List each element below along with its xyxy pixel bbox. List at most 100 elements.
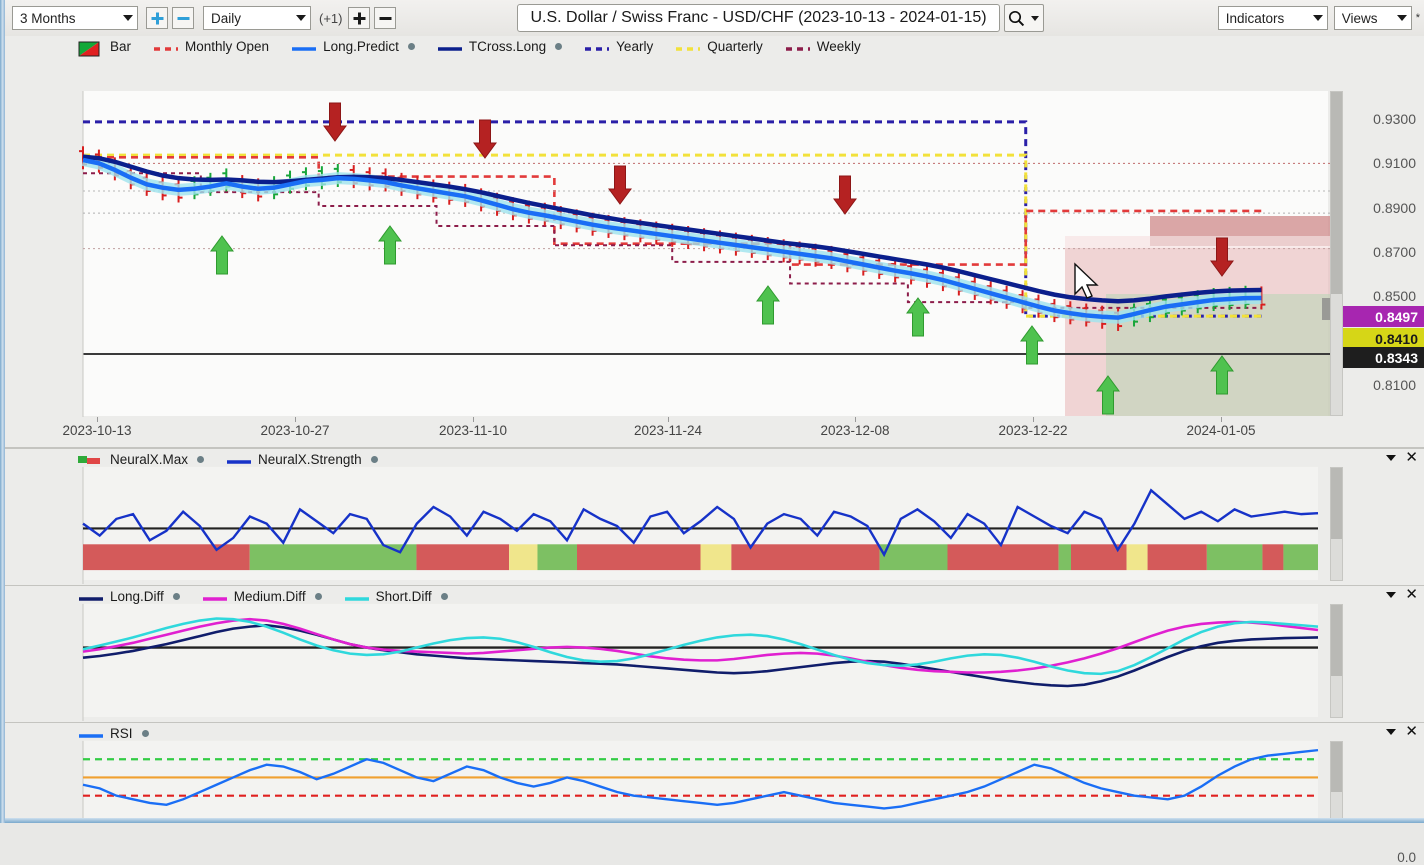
symbol-title: U.S. Dollar / Swiss Franc - USD/CHF (202… (530, 9, 987, 26)
legend-label: Bar (110, 39, 132, 54)
legend-item-neuralx-0[interactable]: NeuralX.Max (78, 452, 205, 467)
main-toolbar: 3 Months Daily (+1) U.S. Dollar / Swiss … (0, 0, 1424, 37)
legend-label: Weekly (816, 39, 861, 54)
scrollbar-thumb[interactable] (1331, 468, 1342, 539)
price-y-tick: 0.8500 (1373, 288, 1416, 305)
diff-panel: Long.DiffMedium.DiffShort.Diff ✕ 0.0000 (0, 585, 1424, 721)
neuralx-max-band-8 (879, 544, 948, 571)
legend-swatch (78, 454, 104, 465)
search-button[interactable] (1003, 4, 1044, 32)
legend-label: Monthly Open (185, 39, 270, 54)
neuralx-max-band-14 (1206, 544, 1263, 571)
legend-item-diff-1[interactable]: Medium.Diff (202, 589, 322, 604)
legend-item-diff-0[interactable]: Long.Diff (78, 589, 180, 604)
price-chart-plot[interactable] (0, 36, 1424, 417)
neuralx-legend: NeuralX.Max NeuralX.Strength (78, 452, 378, 467)
vertical-scrollbar[interactable] (1330, 467, 1343, 581)
price-tag-1: 0.8410 (1340, 328, 1424, 349)
diff-panel-controls: ✕ (1386, 587, 1418, 602)
settings-dot-icon[interactable] (440, 593, 448, 600)
date-tick-mark (295, 417, 296, 422)
legend-item-diff-2[interactable]: Short.Diff (344, 589, 448, 604)
legend-item-price-3[interactable]: TCross.Long (437, 39, 563, 54)
legend-item-price-5[interactable]: Quarterly (675, 39, 763, 54)
scrollbar-thumb[interactable] (1331, 605, 1342, 676)
date-axis: 2023-10-13 2023-10-27 2023-11-10 2023-11-24… (0, 417, 1424, 448)
legend-item-rsi-0[interactable]: RSI (78, 726, 149, 741)
date-tick-mark (668, 417, 669, 422)
scrollbar-thumb[interactable] (1331, 742, 1342, 792)
legend-item-neuralx-1[interactable]: NeuralX.Strength (226, 452, 378, 467)
range-select[interactable]: 3 Months (12, 6, 138, 30)
legend-label: Long.Diff (110, 589, 164, 604)
price-chart-panel: Bar Monthly Open Long.Predict TCross.Long Ye… (0, 36, 1424, 417)
settings-dot-icon[interactable] (141, 730, 149, 737)
chevron-down-icon[interactable] (1386, 454, 1397, 461)
legend-item-price-1[interactable]: Monthly Open (153, 39, 269, 54)
offset-decrease-button[interactable] (374, 7, 397, 29)
neuralx-max-band-3 (509, 544, 538, 571)
scrollbar-thumb[interactable] (1331, 92, 1342, 294)
views-button[interactable]: Views (1333, 6, 1412, 30)
diff-plot[interactable] (0, 586, 1424, 721)
date-tick-mark (97, 417, 98, 422)
date-tick: 2023-12-08 (820, 423, 890, 438)
vertical-scrollbar[interactable] (1330, 91, 1343, 416)
chart-stage: Bar Monthly Open Long.Predict TCross.Long Ye… (0, 36, 1424, 865)
legend-item-price-2[interactable]: Long.Predict (291, 39, 415, 54)
neuralx-max-band-5 (577, 544, 701, 571)
line-swatch-icon (437, 47, 462, 51)
neuralx-panel-controls: ✕ (1386, 450, 1418, 465)
settings-dot-icon[interactable] (370, 456, 378, 463)
date-tick: 2023-10-13 (62, 423, 132, 438)
toolbar-right-group: Indicators Views * (1217, 6, 1424, 30)
line-swatch-icon (202, 597, 227, 601)
range-zoom-in-button[interactable] (146, 7, 168, 29)
rsi-plot[interactable] (0, 723, 1424, 823)
neuralx-max-band-2 (416, 544, 510, 571)
neuralx-max-band-15 (1262, 544, 1284, 571)
chevron-down-icon[interactable] (1386, 728, 1397, 735)
settings-dot-icon[interactable] (172, 593, 180, 600)
close-icon[interactable]: ✕ (1405, 724, 1418, 739)
window-left-border (0, 0, 5, 823)
date-tick-mark (855, 417, 856, 422)
settings-dot-icon[interactable] (314, 593, 322, 600)
settings-dot-icon[interactable] (555, 43, 563, 50)
bar-swatch-icon (78, 41, 100, 57)
vertical-scrollbar[interactable] (1330, 741, 1343, 821)
plus-icon (353, 12, 366, 24)
offset-label: (+1) (319, 10, 343, 26)
line-swatch-icon (79, 734, 103, 738)
offset-increase-button[interactable] (348, 7, 371, 29)
settings-dot-icon[interactable] (407, 43, 415, 50)
legend-label: Long.Predict (323, 39, 399, 54)
date-tick: 2023-11-24 (633, 423, 703, 438)
legend-swatch (78, 591, 104, 602)
settings-dot-icon[interactable] (197, 456, 205, 463)
dashed-line-swatch-icon (676, 47, 701, 51)
price-tag-2: 0.8343 (1340, 347, 1424, 368)
chevron-down-icon[interactable] (1386, 591, 1397, 598)
neuralx-max-band-12 (1126, 544, 1148, 571)
neuralx-max-band-9 (947, 544, 1059, 571)
indicators-button[interactable]: Indicators (1217, 6, 1328, 30)
rsi-y-label-0: 0.0 (1397, 850, 1416, 865)
chevron-down-icon (1396, 15, 1407, 21)
dashed-line-swatch-icon (785, 47, 810, 51)
symbol-field[interactable]: U.S. Dollar / Swiss Franc - USD/CHF (202… (517, 4, 1000, 32)
close-icon[interactable]: ✕ (1405, 587, 1418, 602)
range-zoom-out-button[interactable] (172, 7, 194, 29)
neuralx-plot[interactable] (0, 449, 1424, 584)
interval-select[interactable]: Daily (203, 6, 311, 30)
neuralx-max-band-10 (1058, 544, 1071, 571)
legend-swatch (291, 41, 317, 52)
legend-item-price-6[interactable]: Weekly (785, 39, 861, 54)
rsi-legend: RSI (78, 726, 149, 741)
vertical-scrollbar[interactable] (1330, 604, 1343, 718)
legend-item-price-4[interactable]: Yearly (584, 39, 653, 54)
close-icon[interactable]: ✕ (1405, 450, 1418, 465)
legend-item-price-0[interactable]: Bar (78, 39, 132, 57)
legend-label: RSI (110, 726, 133, 741)
search-icon (1009, 10, 1025, 26)
